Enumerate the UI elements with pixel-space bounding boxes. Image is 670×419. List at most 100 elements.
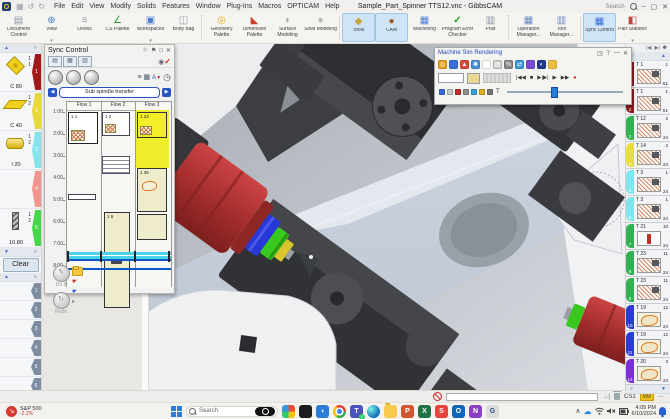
- operation-tab[interactable]: 11: [626, 332, 634, 356]
- dock-icon[interactable]: ⚑: [151, 47, 156, 54]
- op-block[interactable]: [68, 194, 96, 200]
- tool-flow-tab[interactable]: 3: [32, 132, 41, 168]
- snagit-icon[interactable]: S: [435, 405, 448, 418]
- save-icon[interactable]: ▦: [16, 2, 24, 11]
- sim-dock-icon[interactable]: ◳: [597, 50, 603, 57]
- sync-maximize-button[interactable]: □: [159, 48, 163, 54]
- flow-select[interactable]: Sub spindle transfer: [59, 87, 160, 98]
- sim-mini-icon[interactable]: [447, 89, 453, 95]
- redo-button[interactable]: ↻: [53, 292, 70, 309]
- outlook-icon[interactable]: O: [452, 405, 465, 418]
- ribbon-button[interactable]: Part Stations: [616, 13, 649, 42]
- menu-item[interactable]: Window: [196, 3, 221, 10]
- prev-flow-button[interactable]: ◀: [48, 88, 57, 97]
- tool-list-scroll-up[interactable]: ▲≡: [0, 44, 41, 53]
- next-flow-button[interactable]: ▶: [162, 88, 171, 97]
- operation-tab[interactable]: 8: [626, 251, 634, 275]
- ribbon-button[interactable]: Post: [474, 13, 507, 42]
- open-folder-icon[interactable]: [548, 60, 557, 69]
- close-button[interactable]: ✕: [662, 3, 668, 11]
- alert-icon[interactable]: ▲: [460, 60, 469, 69]
- record-button[interactable]: ●: [571, 75, 578, 81]
- battery-icon[interactable]: [619, 408, 629, 415]
- op-block[interactable]: 1 1: [68, 112, 98, 144]
- op-block[interactable]: 1 2: [102, 112, 130, 136]
- wifi-icon[interactable]: [595, 407, 604, 415]
- operation-tile[interactable]: 3 T 12 2 24: [626, 115, 670, 142]
- flow-tab-flag[interactable]: 2: [31, 302, 41, 318]
- chrome-icon[interactable]: [333, 405, 346, 418]
- ribbon-button[interactable]: CAM: [375, 13, 408, 42]
- operation-tab[interactable]: 3: [626, 116, 634, 140]
- flow-tab-flag[interactable]: 3: [31, 321, 41, 337]
- flow-tab-flag[interactable]: 5: [31, 359, 41, 375]
- slider-thumb[interactable]: [551, 87, 558, 98]
- clear-button[interactable]: Clear: [3, 258, 39, 272]
- operation-tile[interactable]: 2 T 1 1 S1: [626, 88, 670, 115]
- sim-mini-icon[interactable]: [463, 89, 469, 95]
- menu-item[interactable]: File: [54, 3, 65, 10]
- percent-icon[interactable]: %: [504, 60, 513, 69]
- op-block[interactable]: [102, 156, 130, 174]
- spindle-knob-1[interactable]: [48, 70, 63, 85]
- spindle-left-icon[interactable]: |◀|: [646, 45, 652, 51]
- do-it-button[interactable]: ✎: [53, 265, 70, 282]
- pin-icon[interactable]: ⚐: [143, 47, 148, 54]
- grid-view-icon[interactable]: ▦: [144, 73, 151, 81]
- menu-item[interactable]: Modify: [110, 3, 131, 10]
- apply-check-icon[interactable]: ✓: [164, 57, 171, 66]
- app-icon-chat[interactable]: ◖: [316, 405, 329, 418]
- flow-tab-row[interactable]: 3: [0, 320, 41, 339]
- onenote-icon[interactable]: N: [469, 405, 482, 418]
- operation-tile[interactable]: 6 T 3 1 24: [626, 196, 670, 223]
- operation-tile[interactable]: 10 T 19 12 24: [626, 304, 670, 331]
- spindle-knob-3[interactable]: [84, 70, 99, 85]
- thumb-up-icon[interactable]: ☛: [72, 289, 83, 296]
- step-into-icon[interactable]: →|: [602, 394, 610, 400]
- powerpoint-icon[interactable]: P: [401, 405, 414, 418]
- app-icon-dark[interactable]: [299, 405, 312, 418]
- settings-icon[interactable]: ✱: [471, 60, 480, 69]
- operation-tab[interactable]: 12: [626, 359, 634, 383]
- tool-toggle-label[interactable]: T: [496, 89, 500, 95]
- onedrive-icon[interactable]: ☁: [584, 407, 592, 416]
- report-icon[interactable]: ▤: [493, 60, 502, 69]
- sim-mini-icon[interactable]: [439, 89, 445, 95]
- flow-tab-flag[interactable]: 1: [31, 283, 41, 299]
- operation-tile[interactable]: 9 T 23 11 24: [626, 277, 670, 304]
- menu-item[interactable]: View: [89, 3, 104, 10]
- tool-tile[interactable]: 12 5 10.80: [0, 209, 41, 248]
- operator-icon[interactable]: ☻: [662, 45, 668, 51]
- sync-view-gantt-button[interactable]: ▦: [63, 56, 77, 67]
- op-block[interactable]: 1 35: [137, 168, 167, 212]
- sync-gantt[interactable]: 1:002:003:004:005:006:007:008:00 Flow 1 …: [48, 101, 172, 287]
- flow-tab-row[interactable]: 1: [0, 282, 41, 301]
- sim-close-button[interactable]: ✕: [623, 50, 628, 57]
- operation-tab[interactable]: 4: [626, 143, 634, 167]
- sim-image-button[interactable]: [467, 73, 480, 84]
- ribbon-button[interactable]: Geometry Palette: [205, 13, 238, 42]
- undo-icon[interactable]: ↺: [28, 2, 35, 11]
- target-icon[interactable]: ◎: [438, 60, 447, 69]
- list-view-icon[interactable]: ≡: [137, 74, 141, 81]
- menu-item[interactable]: Edit: [71, 3, 83, 10]
- menu-item[interactable]: Macros: [258, 3, 281, 10]
- sim-mini-icon[interactable]: [479, 89, 485, 95]
- operation-tile[interactable]: 8 T 23 11 24: [626, 250, 670, 277]
- volume-mute-icon[interactable]: [607, 407, 616, 415]
- operation-tile[interactable]: 5 T 3 1 24: [626, 169, 670, 196]
- operation-tab[interactable]: 6: [626, 197, 634, 221]
- ribbon-button[interactable]: Machining: [408, 13, 441, 42]
- excel-icon[interactable]: X: [418, 405, 431, 418]
- redo-icon[interactable]: ↻: [38, 2, 45, 11]
- taskbar-search[interactable]: Search: [186, 406, 278, 417]
- ribbon-button[interactable]: Body Bag: [167, 13, 200, 42]
- ribbon-button[interactable]: Tool Manager...: [545, 13, 578, 42]
- minimize-button[interactable]: –: [642, 3, 646, 10]
- operation-tile[interactable]: 1 T 1 1 S1: [626, 61, 670, 88]
- ribbon-button[interactable]: Document Control: [2, 13, 35, 42]
- play-button[interactable]: ▶: [551, 75, 559, 81]
- menu-item[interactable]: Plug-Ins: [227, 3, 253, 10]
- tool-tile[interactable]: 12 3 I 20: [0, 131, 41, 170]
- flow-list-scroll-up[interactable]: ▲≡: [0, 273, 41, 282]
